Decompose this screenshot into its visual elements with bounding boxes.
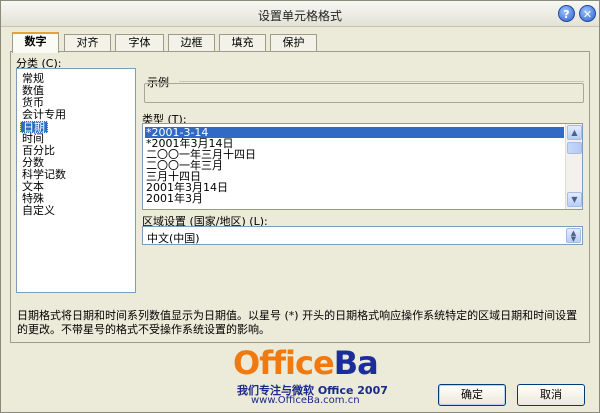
officeba-logo: OfficeBa 我们专注与微软 Office 2007 www.OfficeB… (231, 344, 394, 407)
tab-alignment[interactable]: 对齐 (64, 34, 111, 52)
title-bar: 设置单元格格式 ? ✕ (1, 1, 599, 27)
type-scrollbar[interactable]: ▲ ▼ (565, 124, 582, 209)
tab-border[interactable]: 边框 (168, 34, 215, 52)
category-list[interactable]: 常规 数值 货币 会计专用 日期 时间 百分比 分数 科学记数 文本 特殊 自定… (16, 68, 136, 293)
category-item-accounting[interactable]: 会计专用 (20, 109, 68, 121)
cancel-button[interactable]: 取消 (517, 384, 585, 406)
scroll-down-icon[interactable]: ▼ (567, 192, 582, 207)
tab-fill[interactable]: 填充 (219, 34, 266, 52)
logo-wordmark: OfficeBa (233, 344, 379, 382)
scroll-up-icon[interactable]: ▲ (567, 125, 582, 140)
locale-value: 中文(中国) (147, 232, 200, 245)
dropdown-down-glyph: ▼ (570, 235, 577, 243)
type-list[interactable]: *2001-3-14 *2001年3月14日 二〇〇一年三月十四日 二〇〇一年三… (142, 123, 583, 210)
format-description: 日期格式将日期和时间系列数值显示为日期值。以星号 (*) 开头的日期格式响应操作… (17, 309, 578, 336)
type-item[interactable]: 2001年3月 (145, 193, 204, 204)
sample-divider (179, 81, 584, 82)
ok-button[interactable]: 确定 (438, 384, 506, 406)
tab-font[interactable]: 字体 (115, 34, 164, 52)
dropdown-icon[interactable]: ▲ ▼ (566, 228, 581, 243)
logo-url: www.OfficeBa.com.cn (251, 395, 360, 406)
close-icon[interactable]: ✕ (579, 5, 596, 22)
tab-number[interactable]: 数字 (12, 32, 59, 53)
locale-select[interactable]: 中文(中国) ▲ ▼ (142, 226, 583, 245)
help-icon[interactable]: ? (558, 5, 575, 22)
format-cells-dialog: 设置单元格格式 ? ✕ 数字 对齐 字体 边框 填充 保护 分类 (C): 常规… (0, 0, 600, 413)
tab-protection[interactable]: 保护 (270, 34, 317, 52)
sample-box (144, 83, 584, 103)
window-title: 设置单元格格式 (257, 9, 342, 23)
category-item-custom[interactable]: 自定义 (20, 205, 57, 217)
scroll-thumb[interactable] (567, 142, 582, 154)
